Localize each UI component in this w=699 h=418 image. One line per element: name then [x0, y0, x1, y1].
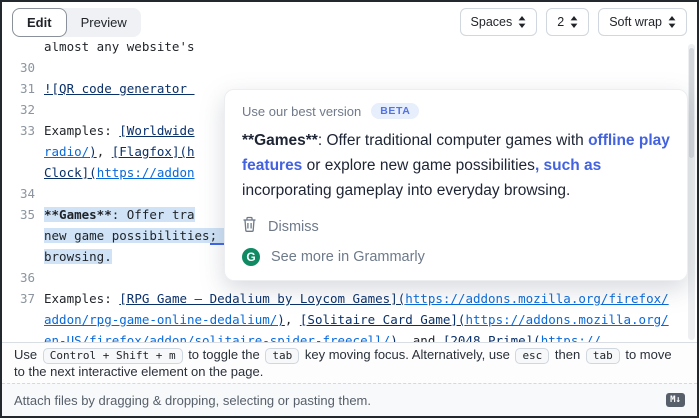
line-content: Examples: [RPG Game – Dedalium by Loycom… — [44, 288, 683, 309]
suggestion-segment: incorporating gameplay into everyday bro… — [242, 182, 570, 199]
line-number — [2, 42, 44, 57]
code-segment: radio/ — [44, 144, 89, 159]
code-segment: Examples: — [44, 291, 119, 306]
code-segment: , — [285, 312, 300, 327]
updown-arrows-icon — [518, 16, 526, 28]
wrap-mode-dropdown[interactable]: Soft wrap — [598, 8, 687, 36]
editor-line[interactable]: addon/rpg-game-online-dedalium/), [Solit… — [2, 309, 683, 330]
line-number: 34 — [2, 183, 44, 204]
code-editor[interactable]: almost any website's3031![QR code genera… — [2, 42, 697, 342]
code-segment: https://addon — [97, 165, 195, 180]
editor-line[interactable]: en-US/firefox/addon/solitaire-spider-fre… — [2, 330, 683, 342]
line-content: en-US/firefox/addon/solitaire-spider-fre… — [44, 330, 683, 342]
kbd-key: tab — [586, 348, 620, 364]
indent-mode-label: Spaces — [471, 15, 513, 29]
edit-preview-segmented-control: Edit Preview — [12, 8, 141, 37]
code-segment: **Games** — [44, 207, 112, 222]
markdown-icon: M↓ — [666, 393, 685, 407]
editor-scrollbar[interactable] — [688, 44, 695, 340]
grammarly-suggestion-popup: Use our best version BETA **Games**: Off… — [224, 89, 688, 281]
code-segment: [Worldwide — [119, 123, 194, 138]
suggestion-segment: : Offer traditional computer games with — [318, 132, 588, 149]
code-segment: [RPG Game – Dedalium by Loycom Games]( — [119, 291, 405, 306]
code-segment: ) — [390, 333, 398, 342]
updown-arrows-icon — [668, 16, 676, 28]
code-segment: ) — [89, 144, 97, 159]
suggestion-segment: or explore new game possibilities — [302, 157, 535, 174]
line-content: addon/rpg-game-online-dedalium/), [Solit… — [44, 309, 683, 330]
code-segment: browsing. — [44, 249, 112, 264]
attach-files-bar[interactable]: Attach files by dragging & dropping, sel… — [2, 383, 697, 416]
hint-text: key moving focus. Alternatively, use — [301, 347, 513, 362]
grammarly-icon: G — [242, 248, 260, 266]
editor-line[interactable]: almost any website's — [2, 42, 683, 57]
code-segment: https://addons.mozilla.org/firefox/ — [405, 291, 668, 306]
line-content: almost any website's — [44, 42, 683, 57]
line-number: 32 — [2, 99, 44, 120]
code-segment: : Offer tra — [112, 207, 195, 222]
see-more-label: See more in Grammarly — [271, 249, 425, 265]
beta-badge: BETA — [371, 103, 419, 119]
tab-edit[interactable]: Edit — [12, 8, 67, 37]
line-number — [2, 246, 44, 267]
code-segment: [Flagfox](h — [112, 144, 195, 159]
line-number — [2, 225, 44, 246]
kbd-key: tab — [265, 348, 299, 364]
indent-size-dropdown[interactable]: 2 — [546, 8, 589, 36]
code-segment: ) — [277, 312, 285, 327]
code-segment: , and — [398, 333, 443, 342]
line-number: 36 — [2, 267, 44, 288]
code-segment: Clock]( — [44, 165, 97, 180]
editor-window: Edit Preview Spaces 2 Soft wrap almost a… — [0, 0, 699, 418]
toolbar: Edit Preview Spaces 2 Soft wrap — [2, 2, 697, 42]
indent-size-label: 2 — [557, 15, 564, 29]
dismiss-label: Dismiss — [268, 219, 319, 235]
trash-icon — [242, 216, 257, 237]
kbd-key: esc — [515, 348, 549, 364]
suggestion-segment: , such as — [535, 157, 601, 174]
wrap-mode-label: Soft wrap — [609, 15, 662, 29]
line-number: 30 — [2, 57, 44, 78]
code-segment: [Solitaire Card Game]( — [300, 312, 466, 327]
line-number: 37 — [2, 288, 44, 309]
attach-files-label: Attach files by dragging & dropping, sel… — [14, 393, 371, 408]
line-number — [2, 162, 44, 183]
suggestion-text[interactable]: **Games**: Offer traditional computer ga… — [242, 128, 670, 203]
dismiss-button[interactable]: Dismiss — [242, 216, 670, 237]
hint-text: to toggle the — [185, 347, 264, 362]
keyboard-hint-bar: Use Control + Shift + m to toggle the ta… — [2, 342, 697, 383]
editor-line[interactable]: 30 — [2, 57, 683, 78]
see-more-button[interactable]: G See more in Grammarly — [242, 248, 670, 266]
code-segment: [2048 Prime]( — [443, 333, 541, 342]
tab-preview[interactable]: Preview — [67, 9, 141, 36]
suggestion-segment: **Games** — [242, 132, 318, 149]
code-segment: https:// — [541, 333, 601, 342]
line-number: 35 — [2, 204, 44, 225]
updown-arrows-icon — [570, 16, 578, 28]
kbd-key: Control + Shift + m — [43, 348, 183, 364]
code-segment: almost any website's — [44, 42, 195, 54]
code-segment: addon/rpg-game-online-dedalium/ — [44, 312, 277, 327]
code-segment: ![QR code generator — [44, 81, 195, 96]
hint-text: Use — [14, 347, 41, 362]
line-number — [2, 330, 44, 342]
code-segment: https://addons.mozilla.org/ — [465, 312, 668, 327]
code-segment: , — [97, 144, 112, 159]
line-content — [44, 57, 683, 78]
line-number: 31 — [2, 78, 44, 99]
line-number: 33 — [2, 120, 44, 141]
code-segment: en-US/firefox/addon/solitaire-spider-fre… — [44, 333, 390, 342]
indent-mode-dropdown[interactable]: Spaces — [460, 8, 538, 36]
scrollbar-thumb[interactable] — [689, 48, 694, 158]
code-segment: new game possibilities — [44, 228, 210, 243]
line-number — [2, 309, 44, 330]
line-number — [2, 141, 44, 162]
popup-header-label: Use our best version — [242, 104, 361, 119]
code-segment: Examples: — [44, 123, 119, 138]
editor-line[interactable]: 37Examples: [RPG Game – Dedalium by Loyc… — [2, 288, 683, 309]
popup-header: Use our best version BETA — [242, 103, 670, 119]
hint-text: then — [551, 347, 584, 362]
